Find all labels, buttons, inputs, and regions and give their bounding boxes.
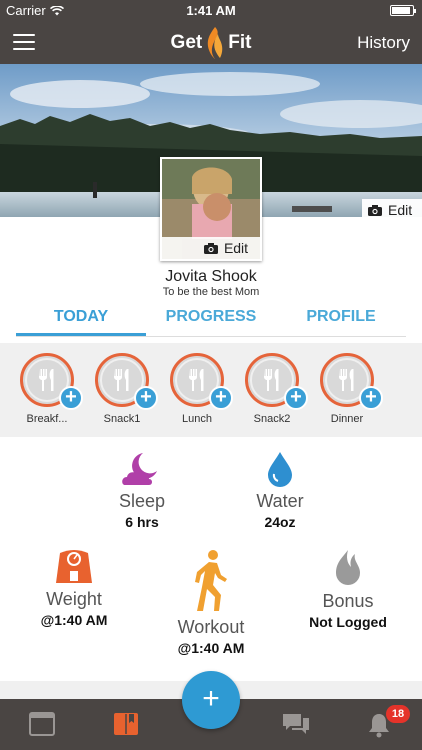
stat-bonus-value: Not Logged	[309, 614, 387, 630]
logo-get: Get	[170, 32, 203, 53]
stat-bonus[interactable]: Bonus Not Logged	[268, 549, 422, 630]
stat-workout[interactable]: Workout @1:40 AM	[131, 549, 291, 656]
stat-water-title: Water	[256, 491, 304, 511]
avatar-edit-button[interactable]: Edit	[162, 237, 260, 259]
tab-today[interactable]: TODAY	[16, 303, 146, 336]
water-drop-icon	[268, 452, 292, 487]
tab-profile[interactable]: PROFILE	[276, 303, 406, 336]
meal-label: Snack1	[103, 413, 141, 425]
add-meal-button[interactable]: +	[209, 386, 233, 410]
fork-knife-icon	[114, 369, 129, 391]
add-meal-button[interactable]: +	[59, 386, 83, 410]
stat-workout-title: Workout	[177, 617, 245, 637]
fork-knife-icon	[264, 369, 279, 391]
add-entry-button[interactable]: +	[182, 671, 240, 729]
fork-knife-icon	[339, 369, 354, 391]
meal-ring: +	[170, 353, 233, 410]
tab-progress[interactable]: PROGRESS	[146, 303, 276, 336]
meal-breakfast[interactable]: + Breakf...	[17, 353, 83, 425]
meal-ring: +	[245, 353, 308, 410]
stat-water-value: 24oz	[264, 514, 296, 530]
meal-ring: +	[320, 353, 383, 410]
meal-ring: +	[20, 353, 83, 410]
stat-bonus-title: Bonus	[322, 591, 374, 611]
status-time: 1:41 AM	[186, 3, 236, 18]
walking-person-icon	[195, 550, 227, 611]
cover-edit-label: Edit	[388, 202, 413, 218]
fork-knife-icon	[189, 369, 204, 391]
add-meal-button[interactable]: +	[359, 386, 383, 410]
add-meal-button[interactable]: +	[134, 386, 158, 410]
fork-knife-icon	[39, 369, 54, 391]
meal-label: Dinner	[330, 413, 364, 425]
daily-stats: Sleep 6 hrs Water 24oz Weight @1:40 AM W…	[0, 437, 422, 681]
stat-sleep-title: Sleep	[118, 491, 166, 511]
flame-icon	[336, 550, 360, 585]
stat-workout-value: @1:40 AM	[177, 640, 245, 656]
add-meal-button[interactable]: +	[284, 386, 308, 410]
chat-icon[interactable]	[282, 712, 310, 736]
meal-label: Breakf...	[26, 413, 68, 425]
scale-icon	[56, 550, 92, 583]
meal-lunch[interactable]: + Lunch	[167, 353, 233, 425]
meal-snack2[interactable]: + Snack2	[242, 353, 308, 425]
stat-sleep-value: 6 hrs	[125, 514, 159, 530]
nav-bar: Get Fit History	[0, 20, 422, 64]
meal-ring: +	[95, 353, 158, 410]
stat-sleep[interactable]: Sleep 6 hrs	[62, 451, 222, 530]
meals-row: + Breakf... + Snack1 + Lunch + Snack2 + …	[0, 345, 422, 435]
camera-icon	[368, 204, 382, 216]
tab-bar: TODAY PROGRESS PROFILE	[16, 303, 406, 337]
user-motto: To be the best Mom	[162, 286, 260, 298]
meal-label: Lunch	[182, 413, 212, 425]
meal-label: Snack2	[253, 413, 291, 425]
battery-icon	[390, 5, 416, 16]
avatar[interactable]: Edit	[160, 157, 262, 261]
history-button[interactable]: History	[357, 33, 410, 53]
notification-badge: 18	[386, 705, 410, 723]
flame-logo-icon	[208, 27, 223, 59]
logo-fit: Fit	[228, 32, 252, 53]
user-name: Jovita Shook	[165, 268, 257, 285]
meal-dinner[interactable]: + Dinner	[317, 353, 383, 425]
journal-icon[interactable]	[113, 712, 139, 736]
camera-icon	[203, 242, 218, 254]
status-bar: Carrier 1:41 AM	[0, 0, 422, 20]
browser-window-icon[interactable]	[29, 712, 55, 736]
stat-water[interactable]: Water 24oz	[200, 451, 360, 530]
moon-cloud-icon	[122, 453, 157, 485]
avatar-edit-label: Edit	[223, 240, 249, 256]
meal-snack1[interactable]: + Snack1	[92, 353, 158, 425]
